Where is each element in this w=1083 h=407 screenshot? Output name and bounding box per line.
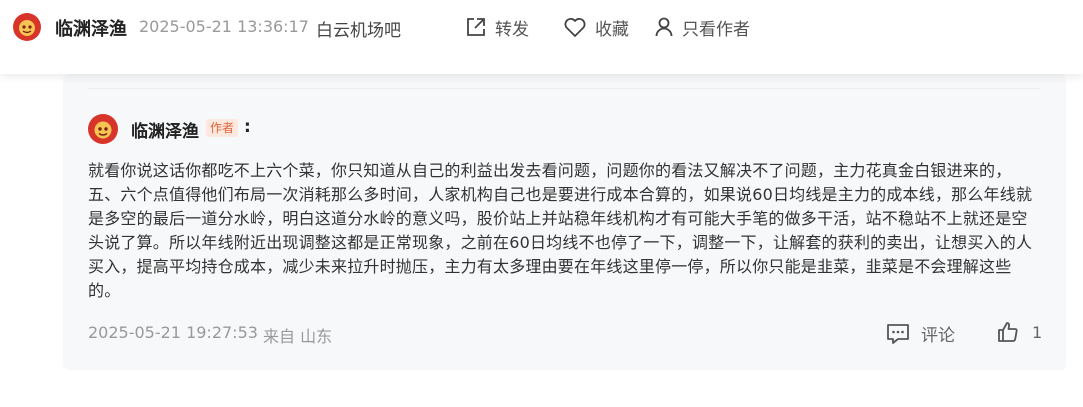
- author-name[interactable]: 临渊泽渔: [55, 15, 127, 41]
- comment-icon: [887, 323, 909, 344]
- comment-label: 评论: [921, 326, 955, 346]
- like-button[interactable]: 1: [996, 320, 1042, 344]
- post-header: 临渊泽渔 2025-05-21 13:36:17 白云机场吧 转发 收藏 只看作…: [0, 0, 1083, 74]
- favorite-label: 收藏: [595, 19, 629, 40]
- author-colon: :: [244, 117, 251, 137]
- heart-icon: [564, 18, 586, 37]
- like-count: 1: [1032, 322, 1043, 342]
- user-icon: [655, 17, 673, 37]
- reply-avatar[interactable]: [88, 114, 118, 144]
- reply-author-name[interactable]: 临渊泽渔: [131, 117, 199, 142]
- divider: [88, 88, 1040, 89]
- thumbs-up-icon: [998, 322, 1018, 342]
- only-author-button[interactable]: 只看作者: [654, 14, 750, 40]
- author-badge: 作者: [206, 119, 239, 137]
- reply-content: 就看你说这话你都吃不上六个菜，你只知道从自己的利益出发去看问题，问题你的看法又解…: [88, 161, 1033, 300]
- comment-button[interactable]: 评论: [885, 321, 955, 346]
- reply-time: 2025-05-21 19:27:53: [88, 323, 258, 342]
- favorite-button[interactable]: 收藏: [563, 14, 629, 40]
- forum-link[interactable]: 白云机场吧: [316, 16, 401, 41]
- share-label: 转发: [495, 19, 529, 40]
- only-author-label: 只看作者: [682, 19, 750, 40]
- post-time: 2025-05-21 13:36:17: [139, 17, 309, 36]
- reply-location: 来自 山东: [263, 327, 333, 346]
- share-button[interactable]: 转发: [465, 14, 529, 40]
- avatar[interactable]: [13, 13, 41, 41]
- share-icon: [467, 18, 485, 36]
